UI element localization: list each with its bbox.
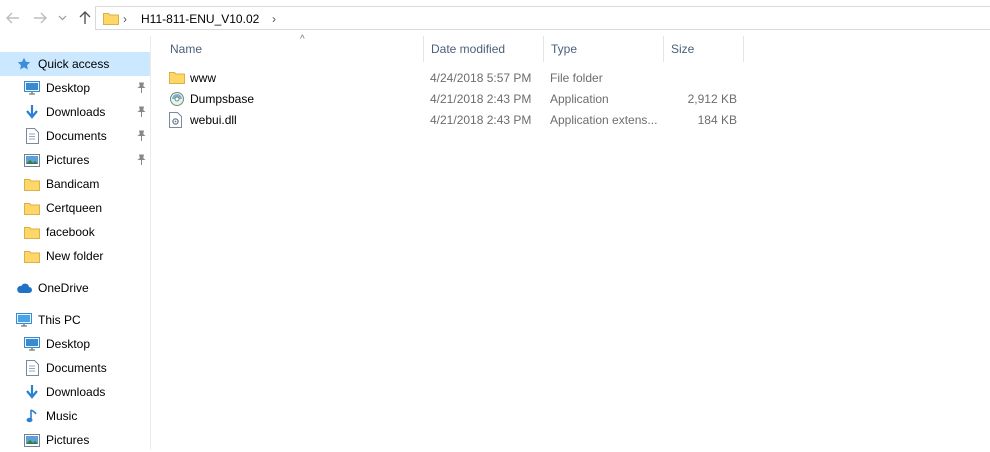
up-button[interactable] <box>76 9 94 27</box>
folder-icon <box>169 70 185 86</box>
file-type: Application extens... <box>550 113 658 127</box>
address-input[interactable]: › H11-811-ENU_V10.02 › <box>95 6 990 30</box>
nav-pc-desktop[interactable]: Desktop <box>24 332 150 356</box>
folder-icon <box>24 200 40 216</box>
pin-icon <box>137 130 146 144</box>
file-row[interactable]: Dumpsbase 4/21/2018 2:43 PM Application 2,9… <box>163 89 763 110</box>
navigation-pane: Quick access Desktop Downloads Documents Pi… <box>0 36 151 450</box>
file-date: 4/24/2018 5:57 PM <box>430 71 532 85</box>
nav-item-label: Bandicam <box>46 177 100 191</box>
column-header-date-label: Date modified <box>431 42 506 56</box>
nav-pc-pictures[interactable]: Pictures <box>24 428 150 452</box>
nav-item-label: Pictures <box>46 433 90 447</box>
folder-icon <box>24 224 40 240</box>
application-icon <box>169 91 185 107</box>
nav-onedrive-label: OneDrive <box>38 281 89 295</box>
file-row[interactable]: webui.dll 4/21/2018 2:43 PM Application ex… <box>163 110 763 131</box>
nav-this-pc-label: This PC <box>38 313 81 327</box>
nav-item-label: Downloads <box>46 385 106 399</box>
documents-icon <box>24 360 40 376</box>
column-header-type-label: Type <box>551 42 578 56</box>
pictures-icon <box>24 152 40 168</box>
desktop-icon <box>24 336 40 352</box>
pictures-icon <box>24 432 40 448</box>
pin-icon <box>137 82 146 96</box>
nav-item-label: Music <box>46 409 78 423</box>
nav-quick-desktop[interactable]: Desktop <box>24 76 150 100</box>
chevron-down-icon <box>58 15 66 21</box>
nav-quick-documents[interactable]: Documents <box>24 124 150 148</box>
nav-item-label: Documents <box>46 361 107 375</box>
desktop-icon <box>24 80 40 96</box>
forward-button[interactable] <box>31 9 49 27</box>
column-header-name[interactable]: ^ Name <box>163 34 424 62</box>
arrow-up-icon <box>79 11 91 24</box>
nav-item-label: Desktop <box>46 81 91 95</box>
file-name: www <box>190 71 216 85</box>
music-icon <box>24 408 40 424</box>
nav-item-label: Certqueen <box>46 201 103 215</box>
column-header-size-label: Size <box>671 42 695 56</box>
column-header-size[interactable]: Size <box>664 36 744 62</box>
nav-quick-certqueen[interactable]: Certqueen <box>24 196 150 220</box>
file-type: Application <box>550 92 609 106</box>
column-header-name-label: Name <box>170 42 203 56</box>
nav-quick-pictures[interactable]: Pictures <box>24 148 150 172</box>
file-date: 4/21/2018 2:43 PM <box>430 92 532 106</box>
cloud-icon <box>16 280 32 296</box>
nav-quick-facebook[interactable]: facebook <box>24 220 150 244</box>
sort-ascending-icon: ^ <box>300 34 305 45</box>
nav-quick-new-folder[interactable]: New folder <box>24 244 150 268</box>
nav-quick-downloads[interactable]: Downloads <box>24 100 150 124</box>
arrow-right-icon <box>34 12 47 24</box>
download-icon <box>24 384 40 400</box>
nav-item-label: New folder <box>46 249 104 263</box>
back-button[interactable] <box>4 9 22 27</box>
nav-item-label: Documents <box>46 129 107 143</box>
folder-icon <box>103 11 119 28</box>
file-name: webui.dll <box>190 113 237 127</box>
pin-icon <box>137 154 146 168</box>
star-icon <box>16 56 32 72</box>
column-header-type[interactable]: Type <box>544 36 664 62</box>
nav-item-label: Downloads <box>46 105 106 119</box>
nav-pc-music[interactable]: Music <box>24 404 150 428</box>
download-icon <box>24 104 40 120</box>
nav-item-label: Desktop <box>46 337 91 351</box>
breadcrumb-segment[interactable]: H11-811-ENU_V10.02 <box>141 12 259 26</box>
file-type: File folder <box>550 71 603 85</box>
computer-icon <box>16 312 32 328</box>
nav-quick-access[interactable]: Quick access <box>0 52 150 76</box>
nav-this-pc[interactable]: This PC <box>16 308 81 332</box>
file-size <box>665 68 737 89</box>
file-size: 184 KB <box>697 113 737 127</box>
nav-quick-bandicam[interactable]: Bandicam <box>24 172 150 196</box>
address-bar-row: › H11-811-ENU_V10.02 › <box>0 0 990 36</box>
breadcrumb-segment-chevron[interactable]: › <box>272 12 276 26</box>
nav-item-label: facebook <box>46 225 95 239</box>
nav-item-label: Pictures <box>46 153 90 167</box>
recent-locations-button[interactable] <box>55 9 69 27</box>
nav-pc-documents[interactable]: Documents <box>24 356 150 380</box>
nav-pc-downloads[interactable]: Downloads <box>24 380 150 404</box>
folder-icon <box>24 248 40 264</box>
file-row[interactable]: www 4/24/2018 5:57 PM File folder <box>163 68 763 89</box>
nav-quick-access-label: Quick access <box>38 57 110 71</box>
documents-icon <box>24 128 40 144</box>
column-header-date[interactable]: Date modified <box>424 36 544 62</box>
folder-icon <box>24 176 40 192</box>
dll-file-icon <box>169 112 182 128</box>
file-size: 2,912 KB <box>687 92 737 106</box>
arrow-left-icon <box>6 12 19 24</box>
pin-icon <box>137 106 146 120</box>
file-name: Dumpsbase <box>190 92 255 106</box>
file-date: 4/21/2018 2:43 PM <box>430 113 532 127</box>
file-list-view: ^ Name Date modified Type Size www 4/24/2… <box>151 34 990 450</box>
breadcrumb-root-chevron[interactable]: › <box>123 12 127 26</box>
nav-onedrive[interactable]: OneDrive <box>16 276 89 300</box>
